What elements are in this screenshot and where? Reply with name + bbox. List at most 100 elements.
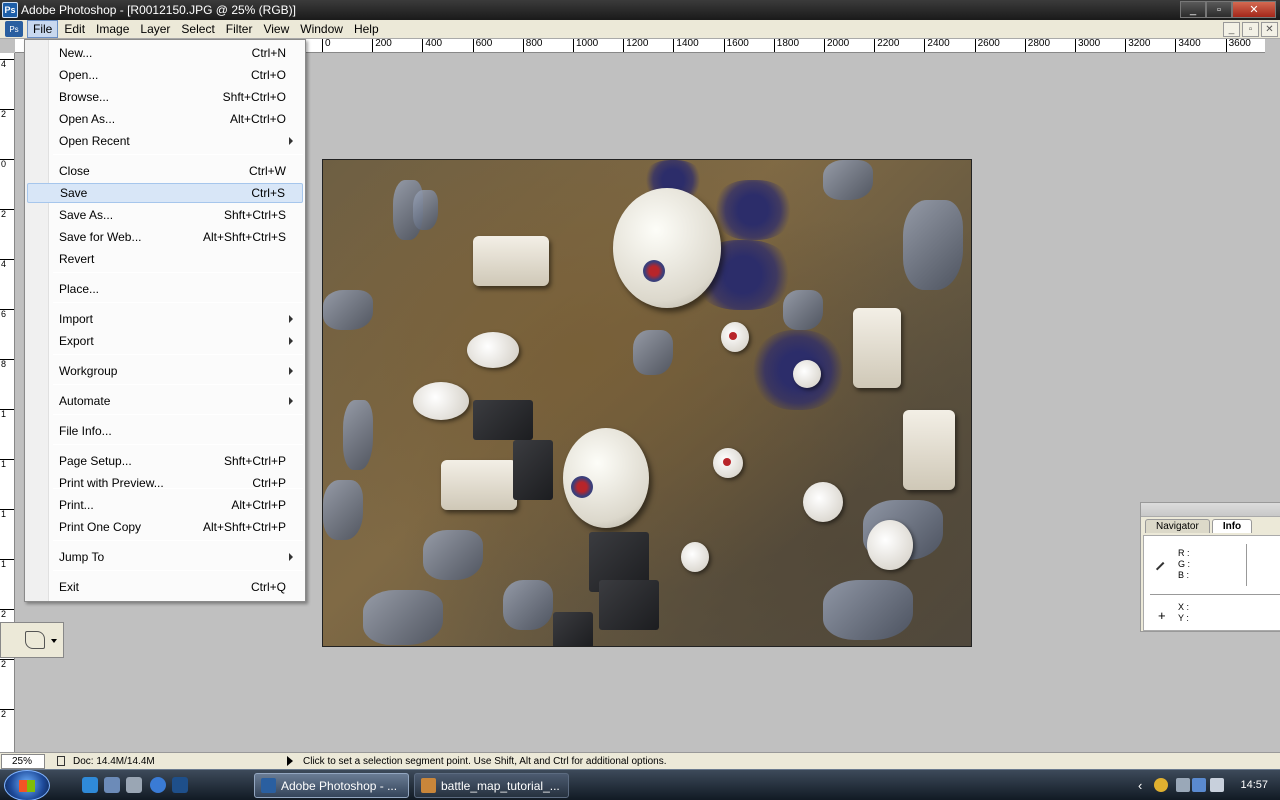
menu-item-shortcut: Ctrl+O — [250, 68, 286, 82]
image-file-icon — [421, 778, 436, 793]
menu-filter[interactable]: Filter — [221, 21, 258, 37]
menu-item-label: Browse... — [59, 90, 110, 104]
ruler-tick-label: 400 — [422, 39, 442, 52]
emblem — [571, 476, 593, 498]
menu-item-export[interactable]: Export — [27, 331, 303, 351]
doc-close-button[interactable]: ✕ — [1261, 22, 1278, 37]
window-title: Adobe Photoshop - [R0012150.JPG @ 25% (R… — [21, 3, 296, 17]
menu-item-save-as[interactable]: Save As... Shft+Ctrl+S — [27, 205, 303, 225]
menu-item-save-for-web[interactable]: Save for Web... Alt+Shft+Ctrl+S — [27, 227, 303, 247]
volume-icon[interactable] — [1210, 778, 1224, 792]
menu-item-print[interactable]: Print... Alt+Ctrl+P — [27, 495, 303, 515]
menu-separator — [53, 570, 303, 571]
ruler-tick-label: 2 — [0, 659, 14, 669]
menu-item-open-recent[interactable]: Open Recent — [27, 131, 303, 151]
menu-item-close[interactable]: Close Ctrl+W — [27, 161, 303, 181]
menu-item-shortcut: Ctrl+Q — [250, 580, 286, 594]
doc-restore-button[interactable]: ▫ — [1242, 22, 1259, 37]
ruler-tick-label: 2200 — [874, 39, 899, 52]
menu-item-open-as[interactable]: Open As... Alt+Ctrl+O — [27, 109, 303, 129]
terrain-rock — [343, 400, 373, 470]
info-g-label: G : — [1178, 559, 1191, 569]
menu-item-label: Revert — [59, 252, 95, 266]
polygonal-lasso-icon[interactable] — [25, 631, 45, 649]
menu-item-print-one-copy[interactable]: Print One Copy Alt+Shft+Ctrl+P — [27, 517, 303, 537]
close-button[interactable]: ✕ — [1232, 1, 1276, 18]
task-photoshop[interactable]: Adobe Photoshop - ... — [254, 773, 409, 798]
menu-item-save[interactable]: Save Ctrl+S — [27, 183, 303, 203]
tray-app-icon[interactable] — [1154, 778, 1168, 792]
terrain-rock — [423, 530, 483, 580]
menu-item-file-info[interactable]: File Info... — [27, 421, 303, 441]
ruler-tick-label: 2 — [0, 209, 14, 219]
ruler-tick-label: 3400 — [1175, 39, 1201, 52]
menu-item-print-with-preview[interactable]: Print with Preview... Ctrl+P — [27, 473, 303, 493]
ruler-tick-label: 1400 — [673, 39, 699, 52]
menu-file[interactable]: File — [27, 20, 59, 38]
network-icon[interactable] — [1192, 778, 1206, 792]
emblem — [643, 260, 665, 282]
ruler-tick-label: 2400 — [924, 39, 950, 52]
doc-minimize-button[interactable]: _ — [1223, 22, 1240, 37]
eyedropper-icon — [1155, 561, 1171, 577]
menu-separator — [53, 154, 303, 155]
menu-item-shortcut: Shft+Ctrl+P — [223, 454, 286, 468]
photoshop-quicklaunch-icon[interactable] — [172, 777, 188, 793]
menu-window[interactable]: Window — [295, 21, 348, 37]
tray-expand-icon[interactable]: ‹ — [1138, 778, 1142, 793]
menu-bar: Ps File Edit Image Layer Select Filter V… — [0, 20, 1280, 39]
menu-item-new[interactable]: New... Ctrl+N — [27, 43, 303, 63]
menu-item-workgroup[interactable]: Workgroup — [27, 361, 303, 381]
menu-item-browse[interactable]: Browse... Shft+Ctrl+O — [27, 87, 303, 107]
ruler-tick-label: 1 — [0, 459, 14, 469]
menu-item-place[interactable]: Place... — [27, 279, 303, 299]
ruler-tick-label: 3600 — [1225, 39, 1251, 52]
dark-tank — [513, 440, 553, 500]
menu-item-shortcut: Ctrl+P — [252, 476, 286, 490]
menu-select[interactable]: Select — [176, 21, 219, 37]
maximize-button[interactable]: ▫ — [1206, 1, 1232, 18]
search-icon[interactable] — [150, 777, 166, 793]
doc-size: Doc: 14.4M/14.4M — [73, 755, 155, 767]
terrain-rock — [783, 290, 823, 330]
menu-view[interactable]: View — [258, 21, 294, 37]
menu-item-label: Save As... — [59, 208, 114, 222]
menu-edit[interactable]: Edit — [59, 21, 90, 37]
bunker-building — [903, 410, 955, 490]
menu-item-open[interactable]: Open... Ctrl+O — [27, 65, 303, 85]
ruler-tick-label: 4 — [0, 259, 14, 269]
menu-item-jump-to[interactable]: Jump To — [27, 547, 303, 567]
internet-explorer-icon[interactable] — [82, 777, 98, 793]
show-desktop-icon[interactable] — [104, 777, 120, 793]
switch-windows-icon[interactable] — [126, 777, 142, 793]
dropdown-arrow-icon[interactable] — [51, 639, 57, 643]
menu-item-revert[interactable]: Revert — [27, 249, 303, 269]
start-button[interactable] — [4, 770, 50, 800]
ruler-tick-label: 1600 — [723, 39, 749, 52]
menu-item-automate[interactable]: Automate — [27, 391, 303, 411]
photoshop-app-icon[interactable]: Ps — [2, 2, 18, 18]
menu-item-import[interactable]: Import — [27, 309, 303, 329]
ruler-tick-label: 2 — [0, 109, 14, 119]
zoom-level-field[interactable]: 25% — [1, 753, 45, 769]
document-icon[interactable]: Ps — [5, 21, 23, 37]
menu-layer[interactable]: Layer — [135, 21, 175, 37]
tab-navigator[interactable]: Navigator — [1145, 519, 1210, 533]
menu-item-exit[interactable]: Exit Ctrl+Q — [27, 577, 303, 597]
minimize-button[interactable]: _ — [1180, 1, 1206, 18]
menu-help[interactable]: Help — [349, 21, 384, 37]
task-battle-map[interactable]: battle_map_tutorial_... — [414, 773, 569, 798]
menu-item-page-setup[interactable]: Page Setup... Shft+Ctrl+P — [27, 451, 303, 471]
document-image[interactable] — [322, 159, 972, 647]
menu-separator — [53, 354, 303, 355]
ruler-tick-label: 3200 — [1125, 39, 1150, 52]
menu-image[interactable]: Image — [91, 21, 134, 37]
menu-item-shortcut: Shft+Ctrl+O — [222, 90, 286, 104]
palette-title-bar[interactable] — [1141, 503, 1280, 517]
tab-info[interactable]: Info — [1211, 519, 1253, 533]
status-menu-arrow-icon[interactable] — [287, 756, 293, 766]
printer-icon[interactable] — [1176, 778, 1190, 792]
submenu-arrow-icon — [289, 397, 293, 405]
clock[interactable]: 14:57 — [1240, 779, 1268, 791]
palette-tabs: Navigator Info — [1145, 519, 1254, 533]
